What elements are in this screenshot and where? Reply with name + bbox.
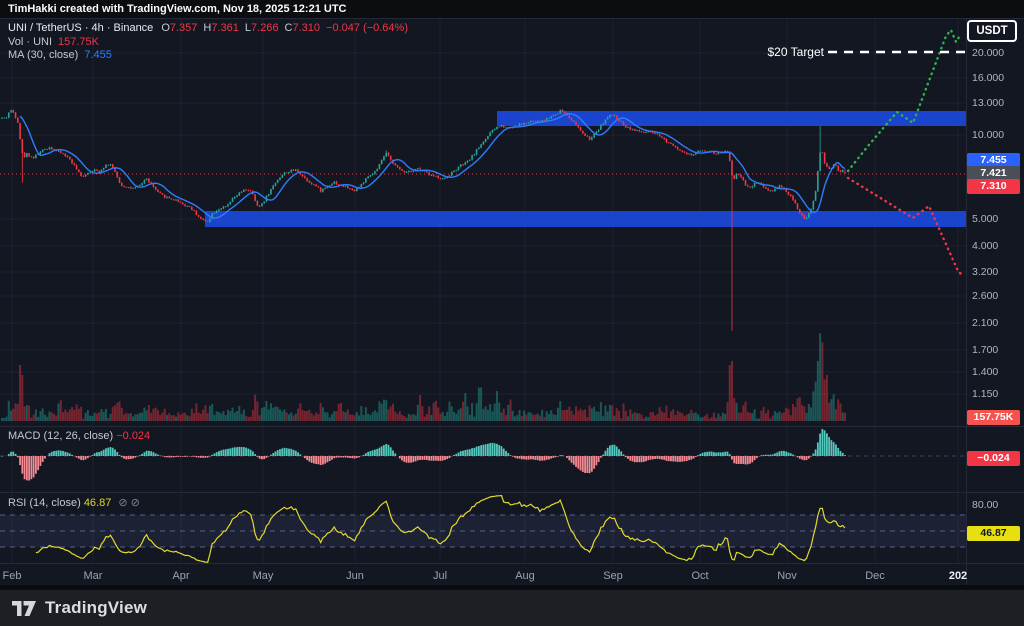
high-value: H7.361 [203, 22, 238, 36]
volume-value: 157.75K [58, 36, 99, 50]
price-axis-tick: 13.000 [972, 97, 1004, 109]
time-axis-label: 202 [949, 570, 967, 582]
time-axis-label: Dec [865, 570, 885, 582]
price-axis-tick: 16.000 [972, 72, 1004, 84]
symbol-legend: UNI / TetherUS · 4h · Binance O7.357 H7.… [8, 22, 408, 63]
legend-ohlc-row: UNI / TetherUS · 4h · Binance O7.357 H7.… [8, 22, 408, 36]
price-axis-tick: 1.700 [972, 344, 998, 356]
price-badge: 7.421 [967, 166, 1020, 181]
symbol-title[interactable]: UNI / TetherUS · 4h · Binance [8, 22, 153, 36]
rsi-hidden-icons: ⊘ ⊘ [118, 497, 140, 509]
low-value: L7.266 [245, 22, 279, 36]
open-value: O7.357 [161, 22, 197, 36]
price-badge: 46.87 [967, 526, 1020, 541]
time-axis-label: Aug [515, 570, 535, 582]
price-axis-tick: 1.150 [972, 388, 998, 400]
pane-divider [0, 18, 1024, 19]
macd-legend[interactable]: MACD (12, 26, close) −0.024 [8, 430, 150, 442]
footer-bar: TradingView [0, 585, 1024, 626]
legend-ma-row: MA (30, close) 7.455 [8, 49, 408, 63]
close-value: C7.310 [285, 22, 320, 36]
attribution-bar: TimHakki created with TradingView.com, N… [0, 0, 1024, 18]
price-badge: 157.75K [967, 410, 1020, 425]
price-badge: 7.455 [967, 153, 1020, 168]
time-axis-label: Mar [84, 570, 103, 582]
price-axis-tick: 2.600 [972, 290, 998, 302]
time-axis-label: May [253, 570, 274, 582]
change-value: −0.047 (−0.64%) [326, 22, 408, 36]
price-axis-tick: 5.000 [972, 213, 998, 225]
tradingview-published-chart: TimHakki created with TradingView.com, N… [0, 0, 1024, 626]
price-axis-tick: 10.000 [972, 129, 1004, 141]
price-axis-tick: 2.100 [972, 317, 998, 329]
volume-label[interactable]: Vol · UNI [8, 36, 52, 50]
tradingview-wordmark[interactable]: TradingView [45, 598, 147, 618]
legend-volume-row: Vol · UNI 157.75K [8, 36, 408, 50]
price-axis-tick: 20.000 [972, 47, 1004, 59]
pane-divider [0, 426, 1024, 427]
price-axis-tick: 1.400 [972, 366, 998, 378]
tradingview-logo-icon[interactable] [12, 600, 36, 617]
rsi-value: 46.87 [84, 497, 112, 509]
price-axis-tick: 80.00 [972, 499, 998, 511]
pane-divider [0, 563, 1024, 564]
rsi-label: RSI (14, close) [8, 497, 81, 509]
price-axis-border [966, 18, 967, 585]
quote-currency-button[interactable]: USDT [967, 20, 1017, 42]
rsi-pane[interactable] [0, 493, 966, 563]
price-badge: −0.024 [967, 451, 1020, 466]
ma-value: 7.455 [84, 49, 112, 63]
price-axis-tick: 4.000 [972, 240, 998, 252]
price-axis-tick: 3.200 [972, 266, 998, 278]
attribution-text: TimHakki created with TradingView.com, N… [8, 3, 347, 15]
time-axis-label: Oct [691, 570, 708, 582]
target-annotation[interactable]: $20 Target [742, 45, 824, 59]
price-badge: 7.310 [967, 179, 1020, 194]
price-pane[interactable] [0, 18, 966, 426]
time-axis-label: Apr [172, 570, 189, 582]
time-axis-label: Jun [346, 570, 364, 582]
macd-value: −0.024 [116, 430, 150, 442]
time-axis-label: Nov [777, 570, 797, 582]
time-axis-label: Feb [3, 570, 22, 582]
macd-label: MACD (12, 26, close) [8, 430, 113, 442]
time-axis-label: Sep [603, 570, 623, 582]
ma-label[interactable]: MA (30, close) [8, 49, 78, 63]
rsi-legend[interactable]: RSI (14, close) 46.87 ⊘ ⊘ [8, 496, 140, 509]
time-axis-label: Jul [433, 570, 447, 582]
pane-divider [0, 492, 1024, 493]
